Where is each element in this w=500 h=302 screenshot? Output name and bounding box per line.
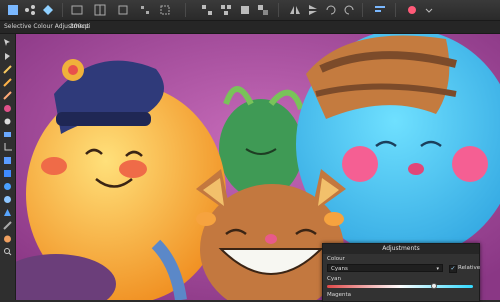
arrange-icon[interactable] (158, 3, 172, 17)
brush-tool-icon[interactable] (3, 91, 12, 100)
cyan-label: Cyan (327, 276, 341, 282)
view-mode-icon[interactable] (70, 3, 84, 17)
color-picker-icon[interactable] (3, 104, 12, 113)
flip-vertical-icon[interactable] (306, 3, 320, 17)
pencil-tool-icon[interactable] (3, 78, 12, 87)
chevron-down-icon: ▾ (436, 266, 439, 272)
view-tool-icon[interactable] (3, 52, 12, 61)
hand-tool-icon[interactable] (3, 234, 12, 243)
flip-icon[interactable] (200, 3, 214, 17)
persona-icon[interactable] (6, 3, 20, 17)
pixel-persona-icon[interactable] (41, 3, 55, 17)
colour-select[interactable]: Cyans ▾ (327, 264, 443, 272)
flip-horizontal-icon[interactable] (288, 3, 302, 17)
crop-tool-icon[interactable] (3, 143, 12, 152)
gridlines-icon[interactable] (93, 3, 107, 17)
relative-checkbox[interactable]: ✓ (449, 265, 457, 273)
relative-label: Relative (458, 265, 481, 271)
tools-panel (0, 34, 16, 300)
text-tool-icon[interactable] (3, 208, 12, 217)
transform-icon[interactable] (219, 3, 233, 17)
shape-tool-icon[interactable] (3, 169, 12, 178)
align-icon[interactable] (138, 3, 152, 17)
smudge-tool-icon[interactable] (3, 221, 12, 230)
rotate-cw-icon[interactable] (342, 3, 356, 17)
align-left-icon[interactable] (373, 3, 387, 17)
fill-tool-icon[interactable] (3, 117, 12, 126)
marquee-tool-icon[interactable] (3, 156, 12, 165)
panel-title: Adjustments (323, 244, 479, 254)
context-toolbar: Selective Colour Adjustment 300cpi (0, 21, 500, 34)
brush-icon[interactable] (405, 3, 419, 17)
ellipse-tool-icon[interactable] (3, 182, 12, 191)
cyan-slider[interactable] (327, 285, 473, 288)
share-icon[interactable] (23, 3, 37, 17)
pen-tool-icon[interactable] (3, 65, 12, 74)
rotate-ccw-icon[interactable] (324, 3, 338, 17)
colour-label: Colour (327, 256, 345, 262)
zoom-value[interactable]: 300cpi (70, 21, 90, 33)
magenta-label: Magenta (327, 292, 352, 298)
snap-icon[interactable] (116, 3, 130, 17)
adjustments-panel: Adjustments Colour Cyans ▾ ✓ Relative Cy… (322, 243, 480, 302)
move-tool-icon[interactable] (3, 38, 12, 47)
arrange-stack-icon[interactable] (256, 3, 270, 17)
gradient-tool-icon[interactable] (3, 195, 12, 204)
zoom-tool-icon[interactable] (3, 247, 12, 256)
selection-tool-icon[interactable] (3, 130, 12, 139)
colour-select-value: Cyans (331, 266, 348, 272)
cyan-slider-thumb[interactable] (430, 283, 437, 289)
chevron-down-icon[interactable] (422, 3, 436, 17)
order-icon[interactable] (238, 3, 252, 17)
main-toolbar (0, 0, 500, 21)
